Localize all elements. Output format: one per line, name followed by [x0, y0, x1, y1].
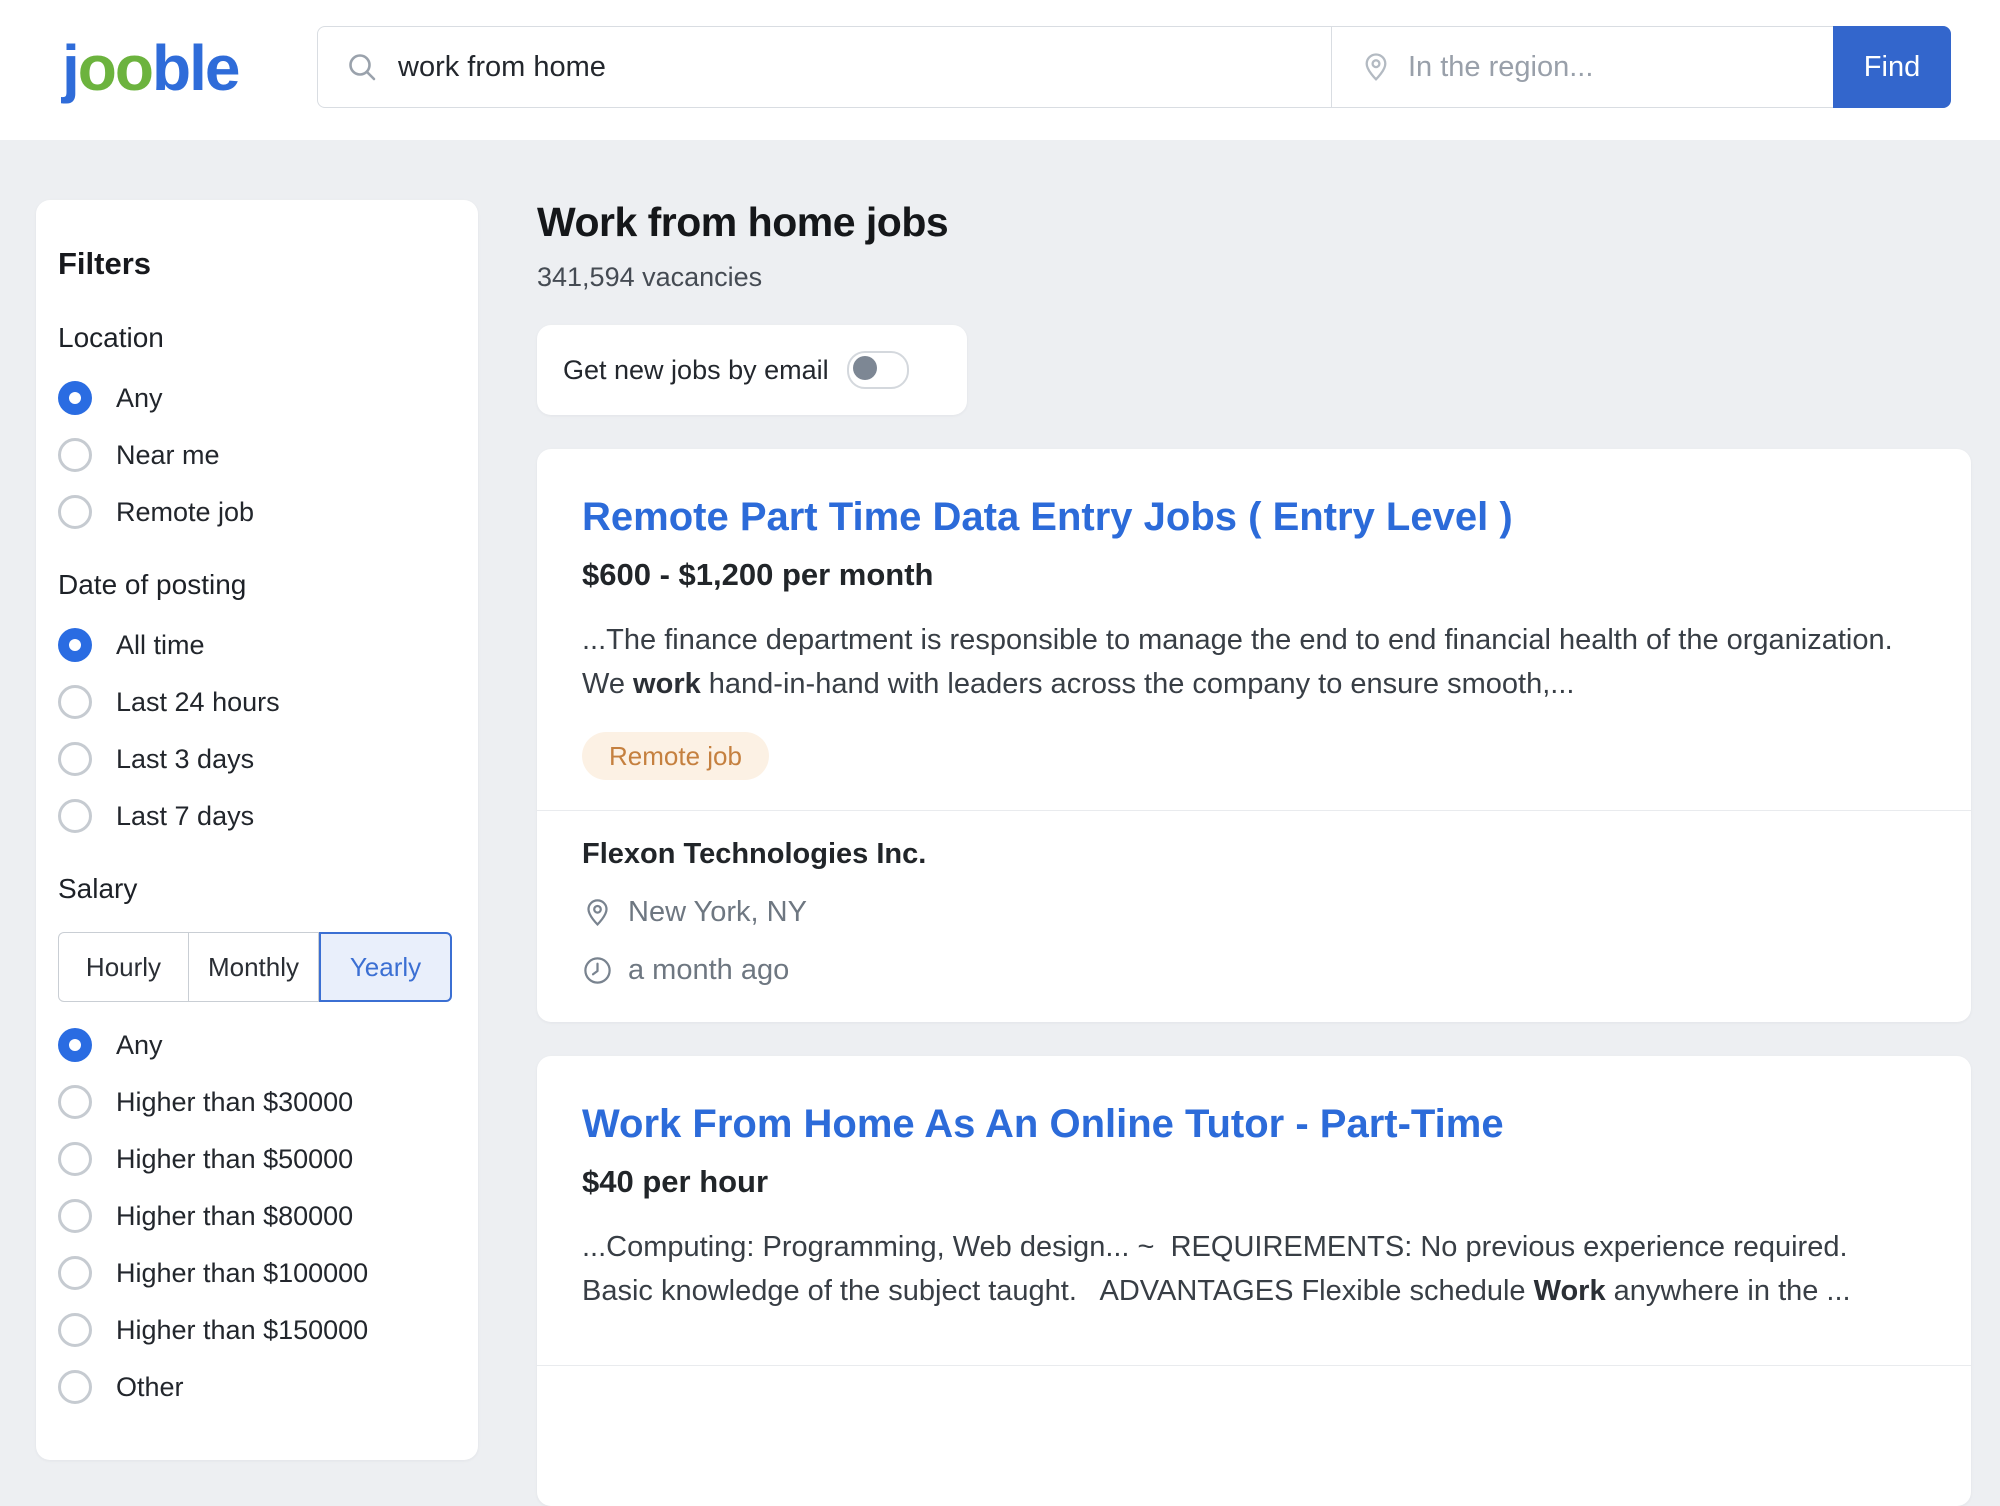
radio-icon[interactable]	[58, 1199, 92, 1233]
date-option-last-7-days[interactable]: Last 7 days	[58, 799, 458, 833]
email-subscribe-card: Get new jobs by email	[537, 325, 967, 415]
radio-label: Higher than $150000	[116, 1315, 368, 1346]
jooble-logo[interactable]: jooble	[62, 22, 238, 114]
region-input[interactable]	[1408, 51, 1833, 84]
radio-label: Higher than $50000	[116, 1144, 353, 1175]
keyword-section	[318, 27, 1331, 107]
radio-icon[interactable]	[58, 742, 92, 776]
radio-label: Near me	[116, 440, 220, 471]
radio-icon[interactable]	[58, 1085, 92, 1119]
radio-icon[interactable]	[58, 438, 92, 472]
radio-selected-icon[interactable]	[58, 628, 92, 662]
job-location-row: New York, NY	[582, 896, 1926, 929]
vacancies-count: 341,594 vacancies	[537, 262, 1971, 293]
radio-label: Other	[116, 1372, 184, 1403]
job-description: ...The finance department is responsible…	[582, 618, 1926, 706]
date-option-last-3-days[interactable]: Last 3 days	[58, 742, 458, 776]
salary-option-other[interactable]: Other	[58, 1370, 458, 1404]
tab-yearly[interactable]: Yearly	[319, 932, 452, 1002]
email-subscribe-toggle[interactable]	[847, 351, 909, 389]
job-location: New York, NY	[628, 896, 807, 929]
radio-icon[interactable]	[58, 1313, 92, 1347]
radio-selected-icon[interactable]	[58, 1028, 92, 1062]
radio-icon[interactable]	[58, 495, 92, 529]
salary-option-80000[interactable]: Higher than $80000	[58, 1199, 458, 1233]
radio-icon[interactable]	[58, 1256, 92, 1290]
salary-option-150000[interactable]: Higher than $150000	[58, 1313, 458, 1347]
find-button[interactable]: Find	[1833, 26, 1951, 108]
search-input[interactable]	[398, 51, 1331, 84]
radio-icon[interactable]	[58, 799, 92, 833]
radio-label: Higher than $30000	[116, 1087, 353, 1118]
job-salary: $40 per hour	[582, 1164, 1926, 1200]
logo-segment: j	[62, 32, 78, 104]
search-bar: Find	[317, 26, 1951, 108]
job-posted: a month ago	[628, 954, 789, 987]
tab-hourly[interactable]: Hourly	[58, 932, 189, 1002]
date-section-label: Date of posting	[58, 569, 458, 601]
company-name: Flexon Technologies Inc.	[582, 838, 1926, 871]
radio-label: Any	[116, 1030, 163, 1061]
job-posted-row: a month ago	[582, 954, 1926, 987]
logo-segment: oo	[78, 32, 152, 104]
radio-label: Last 3 days	[116, 744, 254, 775]
date-option-all-time[interactable]: All time	[58, 628, 458, 662]
radio-icon[interactable]	[58, 1142, 92, 1176]
salary-option-any[interactable]: Any	[58, 1028, 458, 1062]
radio-selected-icon[interactable]	[58, 381, 92, 415]
job-salary: $600 - $1,200 per month	[582, 557, 1926, 593]
location-option-remote-job[interactable]: Remote job	[58, 495, 458, 529]
logo-segment: ble	[152, 32, 238, 104]
top-header: jooble Find	[0, 0, 2000, 140]
salary-option-100000[interactable]: Higher than $100000	[58, 1256, 458, 1290]
location-pin-icon	[1360, 51, 1392, 83]
region-section	[1332, 27, 1833, 107]
radio-icon[interactable]	[58, 1370, 92, 1404]
radio-label: Remote job	[116, 497, 254, 528]
results-column: Work from home jobs 341,594 vacancies Ge…	[537, 198, 1971, 1506]
location-option-near-me[interactable]: Near me	[58, 438, 458, 472]
job-description: ...Computing: Programming, Web design...…	[582, 1225, 1926, 1313]
salary-period-tabs: Hourly Monthly Yearly	[58, 932, 452, 1002]
location-section-label: Location	[58, 322, 458, 354]
email-subscribe-label: Get new jobs by email	[563, 355, 829, 386]
radio-label: Higher than $100000	[116, 1258, 368, 1289]
job-card: Work From Home As An Online Tutor - Part…	[537, 1056, 1971, 1506]
remote-job-tag: Remote job	[582, 732, 769, 780]
radio-label: Last 24 hours	[116, 687, 280, 718]
radio-label: All time	[116, 630, 205, 661]
filters-panel: Filters Location Any Near me Remote job …	[36, 200, 478, 1460]
page-title: Work from home jobs	[537, 198, 1971, 246]
radio-label: Higher than $80000	[116, 1201, 353, 1232]
salary-option-30000[interactable]: Higher than $30000	[58, 1085, 458, 1119]
location-option-any[interactable]: Any	[58, 381, 458, 415]
toggle-knob	[853, 356, 877, 380]
salary-option-50000[interactable]: Higher than $50000	[58, 1142, 458, 1176]
clock-icon	[582, 955, 613, 986]
date-option-last-24-hours[interactable]: Last 24 hours	[58, 685, 458, 719]
job-title-link[interactable]: Remote Part Time Data Entry Jobs ( Entry…	[582, 493, 1926, 541]
tab-monthly[interactable]: Monthly	[189, 932, 319, 1002]
radio-icon[interactable]	[58, 685, 92, 719]
filters-title: Filters	[58, 246, 458, 282]
radio-label: Any	[116, 383, 163, 414]
radio-label: Last 7 days	[116, 801, 254, 832]
search-icon	[346, 51, 378, 83]
salary-section-label: Salary	[58, 873, 458, 905]
map-pin-icon	[582, 897, 613, 928]
job-title-link[interactable]: Work From Home As An Online Tutor - Part…	[582, 1100, 1926, 1148]
job-card: Remote Part Time Data Entry Jobs ( Entry…	[537, 449, 1971, 1022]
